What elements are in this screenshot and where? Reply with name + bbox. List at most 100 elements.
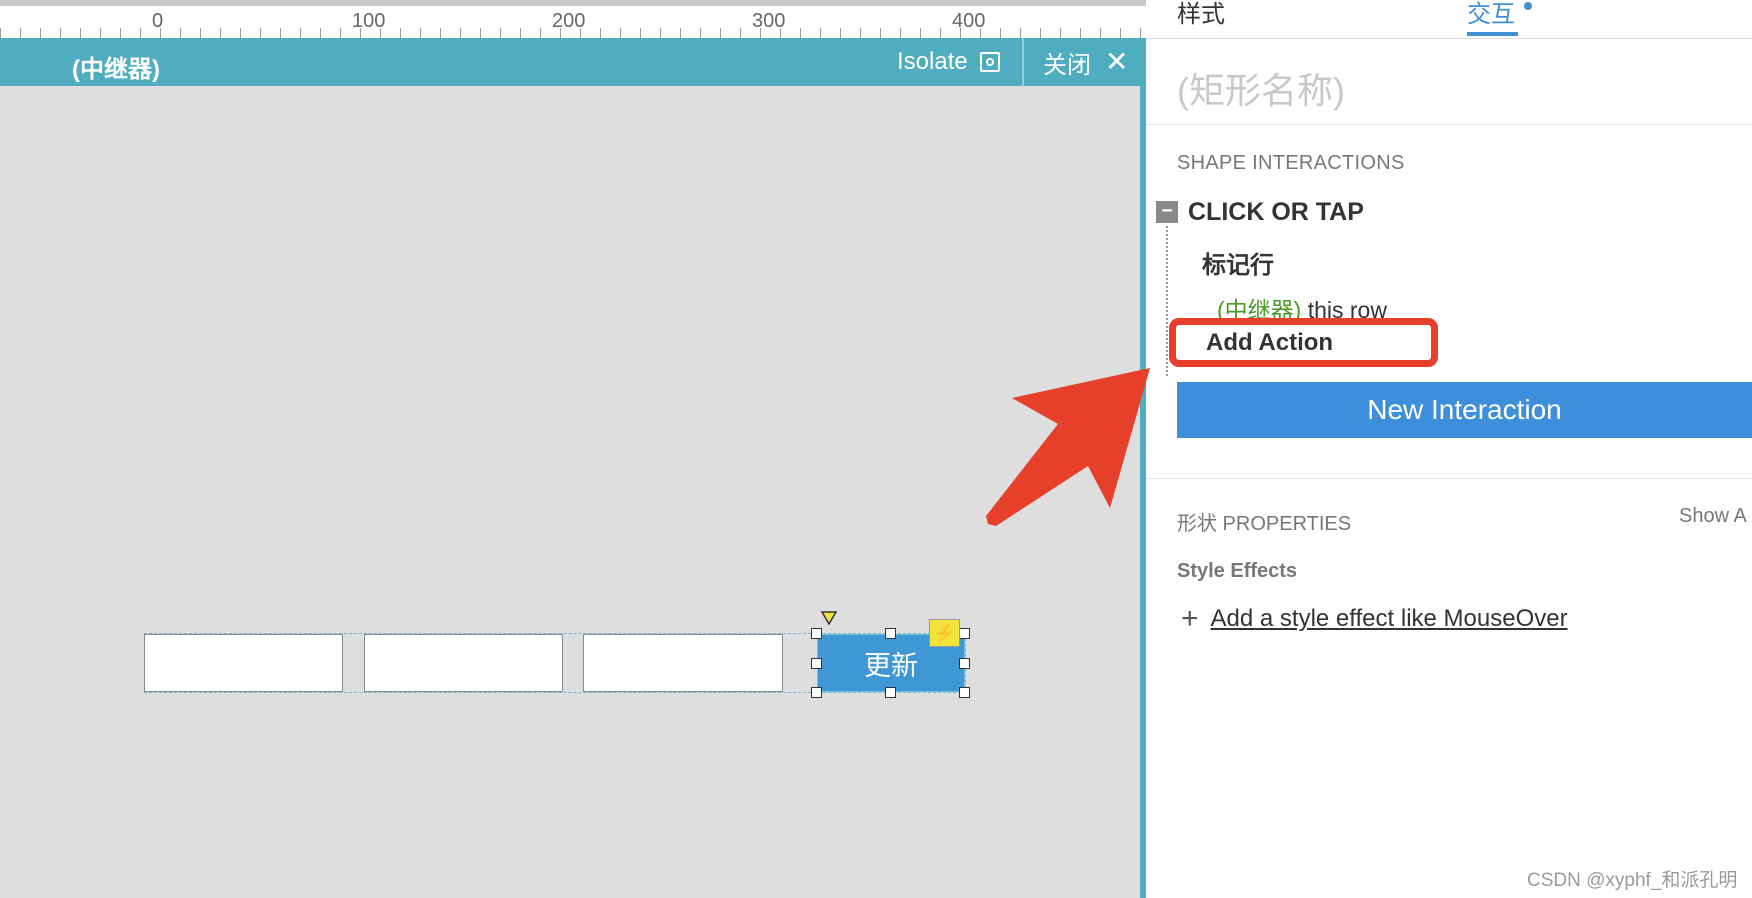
ruler-tick [800,28,801,38]
ruler-tick [1120,28,1121,38]
tab-indicator-dot [1524,2,1532,10]
ruler-tick [260,28,261,38]
repeater-title: (中继器) [72,56,160,83]
ruler-tick [0,28,1,38]
active-tab-underline [1467,32,1518,36]
event-label[interactable]: CLICK OR TAP [1188,198,1364,227]
ruler-tick [620,28,621,38]
ruler-tick [340,28,341,38]
ruler-tick [1000,28,1001,38]
ruler-tick [1020,28,1021,38]
tree-connector [1166,226,1168,376]
ruler-tick [140,28,141,38]
ruler-tick [680,28,681,38]
repeater-edit-bar: (中继器) Isolate 关闭 ✕ [0,38,1146,86]
resize-handle[interactable] [811,628,822,639]
ruler-tick [280,28,281,38]
show-all-link[interactable]: Show A [1679,505,1747,528]
properties-title: 形状 PROPERTIES [1177,513,1352,535]
ruler-tick [820,28,821,38]
resize-handle[interactable] [959,687,970,698]
ruler-tick [20,28,21,38]
ruler-tick [1040,28,1041,38]
ruler-tick [540,28,541,38]
ruler-tick [120,28,121,38]
ruler-tick [80,28,81,38]
ruler-label: 0 [152,10,164,32]
ruler-tick [1100,28,1101,38]
add-style-effect-label: Add a style effect like MouseOver [1210,605,1568,632]
ruler-tick [940,28,941,38]
new-interaction-button[interactable]: New Interaction [1177,382,1752,438]
isolate-button[interactable]: Isolate [897,38,1000,86]
ruler-label: 200 [552,10,586,32]
ruler-tick [640,28,641,38]
tab-style[interactable]: 样式 [1177,0,1225,29]
row-cell-2[interactable] [364,634,563,692]
add-action-button[interactable]: Add Action [1206,329,1333,357]
isolate-icon [979,52,1000,72]
bar-divider [1022,38,1024,86]
ruler-tick [100,28,101,38]
ruler-tick [180,28,181,38]
ruler-label: 400 [952,10,986,32]
ruler-tick [860,28,861,38]
ruler-tick [460,28,461,38]
section-title: SHAPE INTERACTIONS [1177,152,1405,174]
ruler-tick [1140,28,1141,38]
ruler-tick [400,28,401,38]
plus-icon: + [1181,602,1199,635]
ruler-tick [1060,28,1061,38]
watermark: CSDN @xyphf_和派孔明 [1527,870,1738,891]
row-cell-3[interactable] [583,634,783,692]
resize-handle[interactable] [959,658,970,669]
tab-interactions[interactable]: 交互 [1467,0,1515,29]
inspector-panel: 样式 交互 (矩形名称) SHAPE INTERACTIONS − CLICK … [1146,0,1752,898]
ruler-tick [500,28,501,38]
ruler-tick [880,28,881,38]
ruler-tick [660,28,661,38]
ruler-tick [440,28,441,38]
resize-handle[interactable] [885,687,896,698]
divider [1146,124,1752,125]
divider [1146,478,1752,479]
close-icon: ✕ [1105,46,1129,77]
design-canvas[interactable] [0,86,1140,898]
ruler-tick [240,28,241,38]
resize-handle[interactable] [959,628,970,639]
ruler-tick [700,28,701,38]
style-effects-label: Style Effects [1177,560,1298,582]
ruler-tick [1080,28,1081,38]
ruler-tick [840,28,841,38]
horizontal-ruler: 0 100 200 300 400 [0,0,1146,39]
resize-handle[interactable] [885,628,896,639]
collapse-icon[interactable]: − [1156,201,1178,223]
ruler-top-strip [0,0,1146,6]
lightning-icon[interactable]: ⚡ [929,619,960,647]
resize-handle[interactable] [811,687,822,698]
row-cell-1[interactable] [144,634,343,692]
ruler-tick [920,28,921,38]
add-style-effect-link[interactable]: + Add a style effect like MouseOver [1181,604,1568,634]
ruler-tick [40,28,41,38]
resize-handle[interactable] [811,658,822,669]
ruler-tick [200,28,201,38]
ruler-label: 300 [752,10,786,32]
ruler-label: 100 [352,10,386,32]
ruler-tick [520,28,521,38]
ruler-tick [480,28,481,38]
close-button[interactable]: 关闭 ✕ [1043,38,1128,86]
close-label: 关闭 [1043,51,1091,79]
ruler-tick [600,28,601,38]
rotation-marker-icon[interactable] [821,611,837,625]
ruler-tick [900,28,901,38]
shape-name-field[interactable]: (矩形名称) [1177,62,1345,114]
ruler-tick [420,28,421,38]
ruler-tick [300,28,301,38]
isolate-label: Isolate [897,48,968,75]
ruler-tick [740,28,741,38]
ruler-tick [320,28,321,38]
panel-tabs: 样式 交互 [1146,0,1752,39]
ruler-tick [720,28,721,38]
case-label[interactable]: 标记行 [1202,245,1274,280]
